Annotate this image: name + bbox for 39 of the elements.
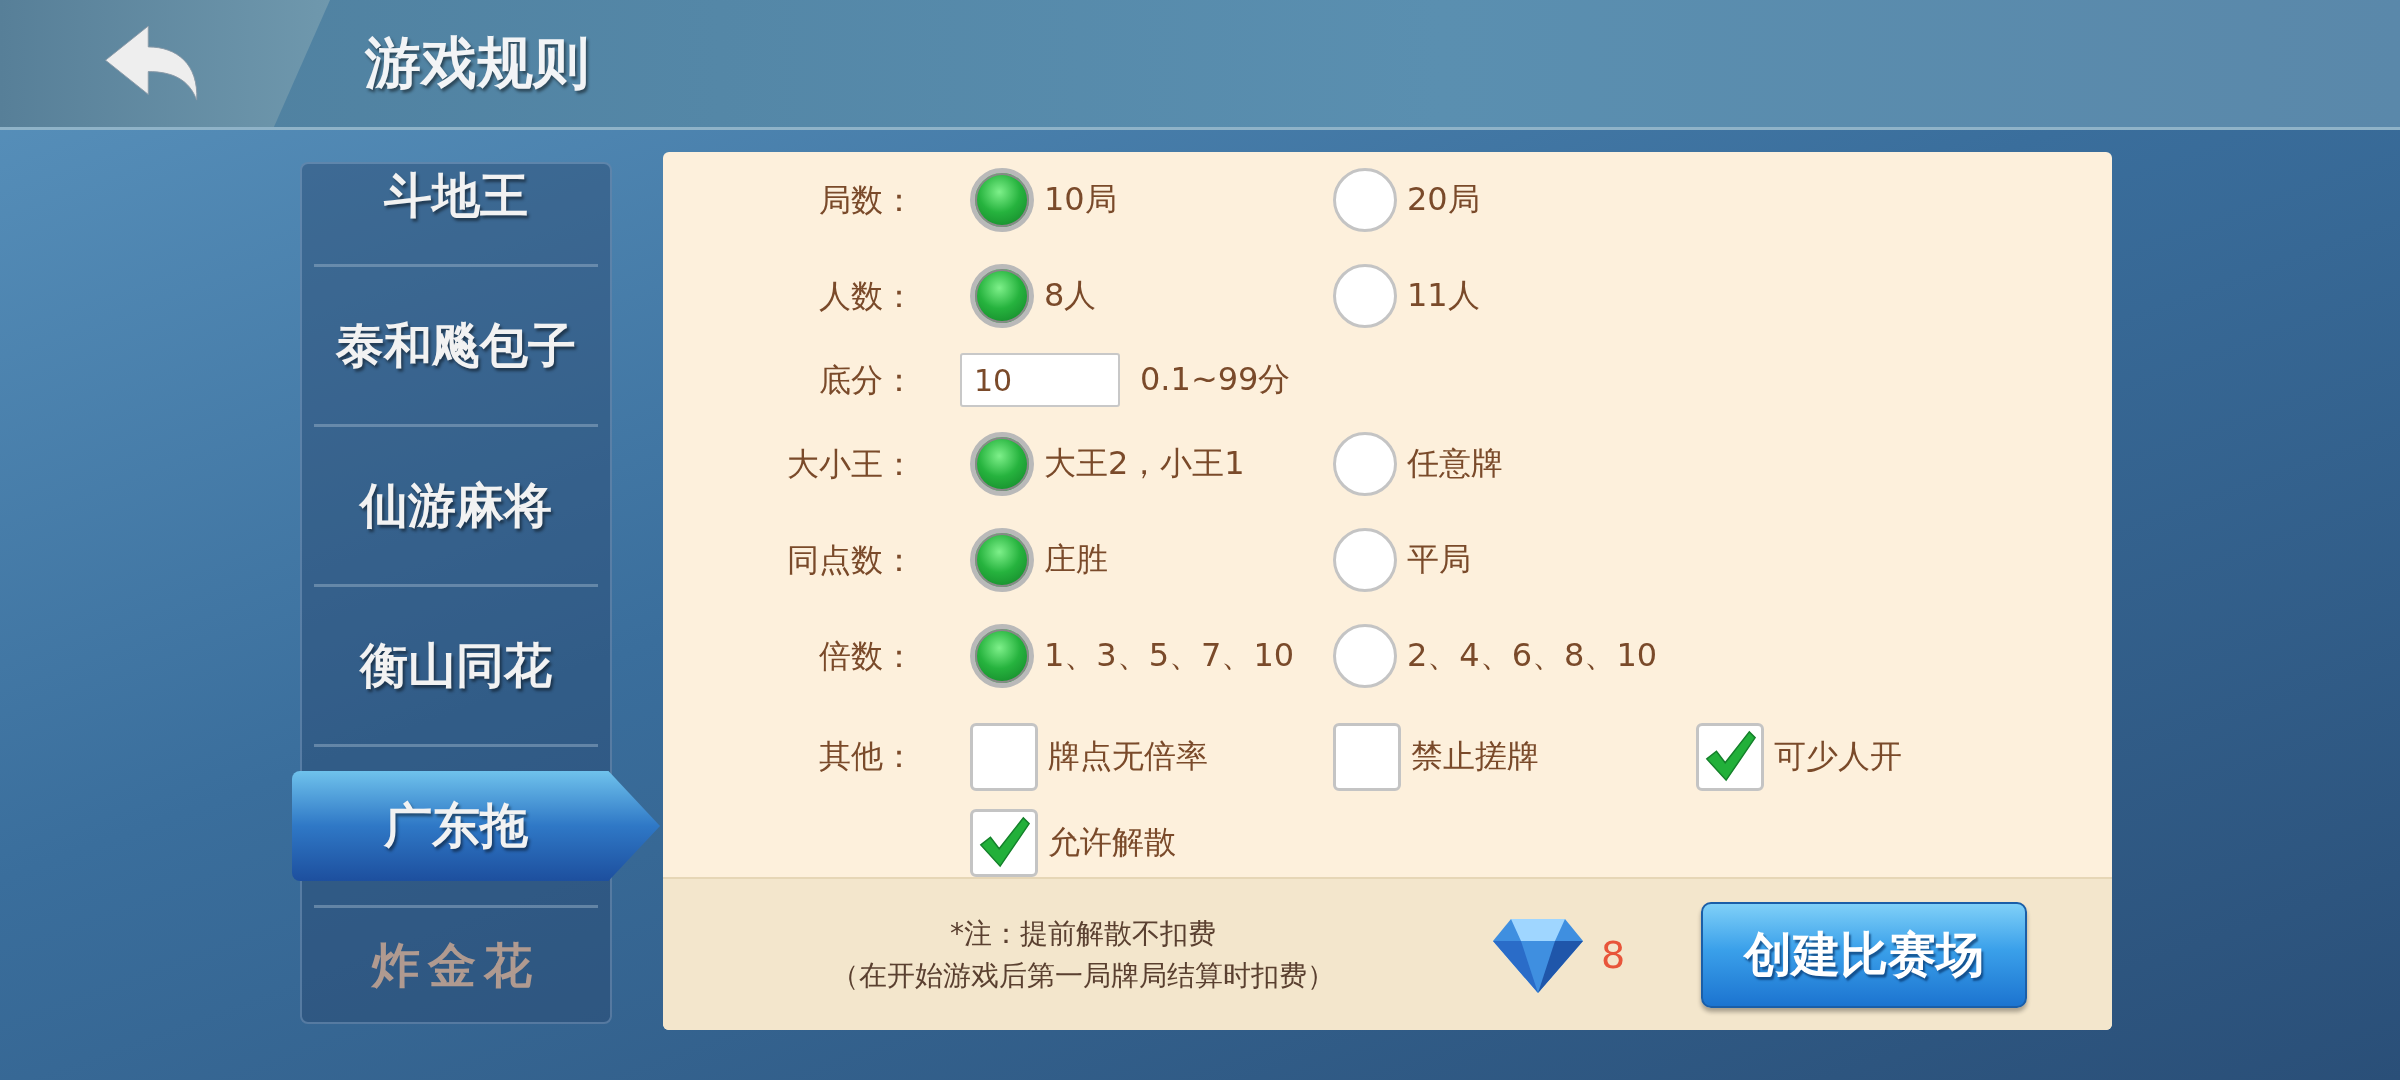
option-label: 牌点无倍率 bbox=[1048, 735, 1208, 777]
fee-note: （在开始游戏后第一局牌局结算时扣费） bbox=[831, 958, 1335, 994]
create-match-button[interactable]: 创建比赛场 bbox=[1701, 902, 2027, 1008]
page-title: 游戏规则 bbox=[365, 28, 589, 97]
input-field[interactable]: 10 bbox=[960, 353, 1120, 407]
option-label: 庄胜 bbox=[1044, 539, 1108, 580]
option-label: 1、3、5、7、10 bbox=[1044, 635, 1295, 676]
game-tab[interactable]: 泰和飚包子 bbox=[302, 267, 610, 424]
back-button[interactable] bbox=[0, 0, 330, 127]
diamond-icon bbox=[1493, 917, 1583, 993]
option-label: 20局 bbox=[1407, 179, 1480, 220]
rule-label: 局数： bbox=[818, 180, 916, 221]
option-label: 任意牌 bbox=[1407, 443, 1503, 484]
option-label: 11人 bbox=[1407, 275, 1480, 316]
checkbox[interactable] bbox=[970, 722, 1038, 791]
rule-label: 倍数： bbox=[818, 636, 916, 677]
diamond-count: 8 bbox=[1601, 933, 1627, 977]
option-label: 大王2，小王1 bbox=[1044, 443, 1245, 484]
option-label: 2、4、6、8、10 bbox=[1407, 635, 1658, 676]
game-tab[interactable]: 广东拖 bbox=[292, 771, 660, 881]
option-label: 10局 bbox=[1044, 179, 1117, 220]
option-label: 可少人开 bbox=[1774, 735, 1902, 777]
checkbox[interactable] bbox=[1333, 722, 1401, 791]
option-label: 允许解散 bbox=[1048, 822, 1176, 863]
fee-note: *注：提前解散不扣费 bbox=[950, 916, 1216, 952]
game-tab[interactable]: 斗地王 bbox=[302, 164, 610, 264]
checkbox[interactable] bbox=[1696, 722, 1764, 791]
game-tab[interactable]: 仙游麻将 bbox=[302, 427, 610, 584]
option-label: 平局 bbox=[1407, 539, 1471, 580]
rule-label: 其他： bbox=[818, 736, 916, 777]
checkbox[interactable] bbox=[970, 809, 1038, 877]
rule-label: 大小王： bbox=[786, 444, 916, 485]
option-label: 禁止搓牌 bbox=[1411, 735, 1539, 777]
option-label: 8人 bbox=[1044, 275, 1097, 316]
rule-label: 同点数： bbox=[786, 540, 916, 581]
rule-label: 底分： bbox=[818, 360, 916, 401]
game-tab[interactable]: 衡山同花 bbox=[302, 587, 610, 744]
rule-label: 人数： bbox=[818, 276, 916, 317]
range-hint: 0.1~99分 bbox=[1140, 359, 1291, 400]
